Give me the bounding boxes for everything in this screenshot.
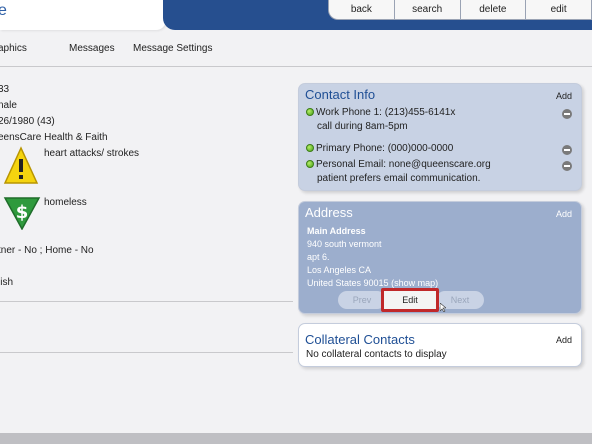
- collateral-contacts-panel: Collateral Contacts Add No collateral co…: [298, 323, 582, 367]
- address-name: Main Address: [307, 226, 366, 236]
- edit-button[interactable]: edit: [525, 0, 591, 19]
- svg-text:$: $: [16, 202, 29, 223]
- show-map-link[interactable]: (show map): [391, 278, 438, 288]
- patient-partner-home: tner - No ; Home - No: [0, 245, 94, 256]
- collateral-empty-text: No collateral contacts to display: [306, 349, 447, 360]
- status-dot-icon: [306, 144, 314, 152]
- address-line1: 940 south vermont: [307, 239, 382, 249]
- mouse-cursor-icon: [440, 303, 446, 312]
- remove-primary-phone-icon[interactable]: [562, 145, 572, 155]
- contact-item-email[interactable]: Personal Email: none@queenscare.org: [306, 159, 491, 170]
- header-left: e: [0, 0, 166, 30]
- section-divider-2: [0, 352, 293, 353]
- address-country-zip-row: United States 90015 (show map): [307, 278, 438, 288]
- action-bar: back search delete edit: [328, 0, 592, 20]
- remove-email-icon[interactable]: [562, 161, 572, 171]
- address-title: Address: [305, 205, 353, 220]
- tab-demographics[interactable]: aphics: [0, 43, 27, 54]
- contact-info-title: Contact Info: [305, 87, 376, 102]
- remove-work-phone-icon[interactable]: [562, 109, 572, 119]
- status-dot-icon: [306, 108, 314, 116]
- bottom-bar: [0, 433, 592, 444]
- address-add-link[interactable]: Add: [556, 209, 572, 219]
- tab-message-settings[interactable]: Message Settings: [133, 43, 213, 54]
- tab-messages[interactable]: Messages: [69, 43, 115, 54]
- contact-note-email: patient prefers email communication.: [317, 173, 481, 184]
- nav-divider: [0, 66, 592, 67]
- contact-info-add-link[interactable]: Add: [556, 91, 572, 101]
- collateral-contacts-title: Collateral Contacts: [305, 332, 415, 347]
- delete-button[interactable]: delete: [459, 0, 526, 19]
- address-line2: apt 6.: [307, 252, 330, 262]
- contact-info-panel: Contact Info Add Work Phone 1: (213)455-…: [298, 83, 582, 191]
- address-country-zip: United States 90015: [307, 278, 389, 288]
- patient-affiliation: eensCare Health & Faith: [0, 132, 108, 143]
- flag-text-dollar: homeless: [44, 197, 87, 208]
- prev-button[interactable]: Prev: [338, 291, 386, 309]
- patient-id: 33: [0, 84, 10, 95]
- contact-item-work-phone[interactable]: Work Phone 1: (213)455-6141x: [306, 107, 455, 118]
- warning-icon: [3, 146, 39, 184]
- patient-dob: 26/1980 (43): [0, 116, 55, 127]
- patient-gender: nale: [0, 100, 17, 111]
- status-dot-icon: [306, 160, 314, 168]
- back-button[interactable]: back: [329, 0, 394, 19]
- patient-language: lish: [0, 277, 14, 288]
- search-button[interactable]: search: [393, 0, 460, 19]
- contact-item-primary-phone[interactable]: Primary Phone: (000)000-0000: [306, 143, 453, 154]
- collateral-add-link[interactable]: Add: [556, 335, 572, 345]
- page-title: e: [0, 2, 7, 19]
- address-city-state: Los Angeles CA: [307, 265, 372, 275]
- flag-text-warning: heart attacks/ strokes: [44, 148, 140, 159]
- contact-note-work-phone: call during 8am-5pm: [317, 121, 408, 132]
- section-divider-1: [0, 301, 293, 302]
- dollar-icon: $: [3, 197, 41, 230]
- address-edit-button[interactable]: Edit: [381, 288, 439, 312]
